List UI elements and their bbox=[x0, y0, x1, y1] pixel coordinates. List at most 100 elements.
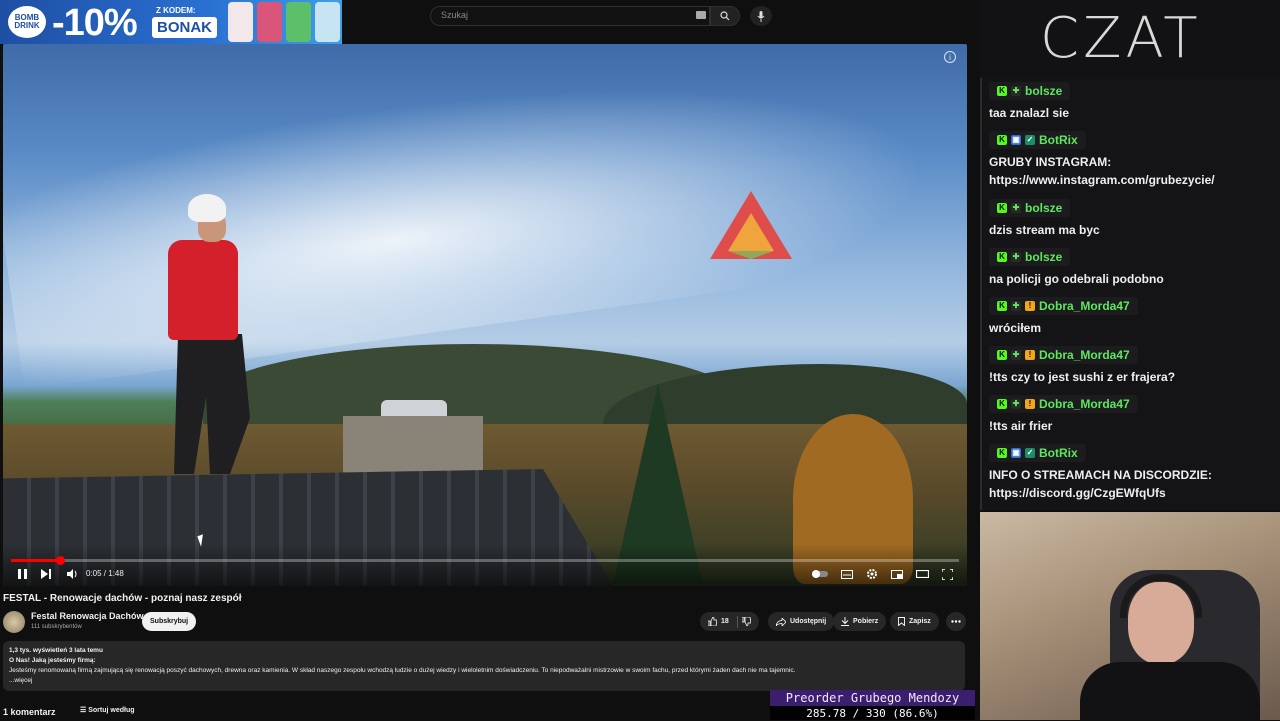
chat-username-row: K ✚! Dobra_Morda47 bbox=[989, 345, 1138, 364]
bot-badge-icon: ▣ bbox=[1011, 134, 1021, 145]
show-more-link[interactable]: ...więcej bbox=[9, 676, 959, 686]
subtitles-button[interactable] bbox=[839, 566, 855, 582]
chat-message: K ✚! Dobra_Morda47 !tts air frier bbox=[989, 393, 1249, 435]
description-box[interactable]: 1,3 tys. wyświetleń 3 lata temu O Nas! J… bbox=[3, 641, 965, 691]
chat-username[interactable]: BotRix bbox=[1039, 446, 1078, 460]
download-button[interactable]: Pobierz bbox=[833, 612, 887, 631]
chat-text: na policji go odebrali podobno bbox=[989, 271, 1164, 286]
volume-button[interactable] bbox=[64, 566, 80, 582]
chat-text: wróciłem bbox=[989, 320, 1042, 335]
sort-comments-button[interactable]: ☰ Sortuj według bbox=[80, 706, 135, 714]
next-button[interactable] bbox=[38, 566, 54, 582]
chat-message: K ✚! Dobra_Morda47 !tts czy to jest sushi z… bbox=[989, 344, 1249, 386]
video-player[interactable]: i 0:05 / 1:48 bbox=[3, 44, 967, 586]
miniplayer-icon bbox=[891, 569, 903, 579]
donation-goal-overlay: Preorder Grubego Mendozy 285.78 / 330 (8… bbox=[770, 690, 975, 720]
video-title: FESTAL - Renowacje dachów - poznaj nasz … bbox=[3, 593, 242, 604]
settings-button[interactable] bbox=[864, 566, 880, 582]
theater-mode-button[interactable] bbox=[914, 566, 930, 582]
more-actions-button[interactable] bbox=[946, 612, 966, 631]
subscribe-button[interactable]: Subskrybuj bbox=[142, 612, 197, 631]
promo-code: BONAK bbox=[152, 17, 217, 38]
chat-message: K ▣ ✓ BotRix INFO O STREAMACH NA DISCORDZIE:… bbox=[989, 442, 1249, 502]
download-icon bbox=[841, 617, 849, 626]
goal-title: Preorder Grubego Mendozy bbox=[770, 690, 975, 706]
description-line: Jesteśmy renomowaną firmą zajmującą się … bbox=[9, 667, 796, 674]
promo-discount: -10% bbox=[52, 2, 138, 44]
festal-logo-icon bbox=[710, 191, 792, 259]
save-button[interactable]: Zapisz bbox=[890, 612, 939, 631]
chat-username[interactable]: bolsze bbox=[1025, 84, 1062, 98]
chat-username[interactable]: bolsze bbox=[1025, 201, 1062, 215]
brand-logo: BOMB DRINK bbox=[8, 6, 46, 38]
chat-header: CZAT bbox=[980, 0, 1280, 78]
kick-icon: K bbox=[997, 447, 1007, 458]
pause-button[interactable] bbox=[14, 566, 30, 582]
can-image bbox=[286, 2, 311, 42]
miniplayer-button[interactable] bbox=[889, 566, 905, 582]
gear-icon bbox=[867, 569, 877, 579]
progress-bar[interactable] bbox=[11, 556, 959, 565]
scene-worker bbox=[158, 194, 258, 484]
bookmark-icon bbox=[898, 617, 905, 626]
subscriber-badge-icon: ✚ bbox=[1011, 251, 1021, 262]
pause-icon bbox=[17, 569, 27, 579]
chat-username[interactable]: bolsze bbox=[1025, 250, 1062, 264]
thumbs-down-icon[interactable] bbox=[741, 617, 751, 626]
time-display: 0:05 / 1:48 bbox=[86, 569, 124, 578]
download-label: Pobierz bbox=[853, 618, 879, 625]
chat-username[interactable]: Dobra_Morda47 bbox=[1039, 299, 1130, 313]
progress-scrubber[interactable] bbox=[56, 556, 66, 565]
sort-icon: ☰ bbox=[80, 707, 87, 714]
channel-name[interactable]: Festal Renowacja Dachów bbox=[31, 611, 144, 621]
progress-played bbox=[11, 559, 61, 562]
chat-username-row: K ✚! Dobra_Morda47 bbox=[989, 394, 1138, 413]
verified-badge-icon: ✓ bbox=[1025, 134, 1035, 145]
chat-text: !tts air frier bbox=[989, 418, 1053, 433]
like-button[interactable]: 18 bbox=[700, 612, 759, 631]
scene-clouds bbox=[3, 44, 967, 390]
kick-icon: K bbox=[997, 349, 1007, 360]
bot-badge-icon: ▣ bbox=[1011, 447, 1021, 458]
browser-window: BOMB DRINK -10% Z KODEM: BONAK Szukaj i … bbox=[0, 0, 980, 720]
subscriber-badge-icon: ✚ bbox=[1011, 349, 1021, 360]
mic-icon bbox=[757, 10, 765, 22]
chat-text: taa znalazl sie bbox=[989, 105, 1070, 120]
search-icon bbox=[720, 11, 730, 21]
chat-username-row: K ✚ bolsze bbox=[989, 198, 1071, 217]
search-input[interactable]: Szukaj bbox=[430, 6, 710, 26]
scene-chimney bbox=[343, 416, 483, 474]
goal-progress: 285.78 / 330 (86.6%) bbox=[806, 707, 939, 720]
chat-list[interactable]: K ✚ bolsze taa znalazl sie K ▣ ✓ BotRix GRUBY IN… bbox=[980, 78, 1280, 510]
fullscreen-icon bbox=[941, 568, 953, 580]
chat-username[interactable]: Dobra_Morda47 bbox=[1039, 397, 1130, 411]
chat-username-row: K ▣ ✓ BotRix bbox=[989, 443, 1086, 462]
keyboard-icon[interactable] bbox=[696, 11, 706, 19]
share-button[interactable]: Udostępnij bbox=[768, 612, 835, 631]
like-divider bbox=[736, 615, 738, 628]
chat-username[interactable]: Dobra_Morda47 bbox=[1039, 348, 1130, 362]
channel-avatar[interactable] bbox=[3, 611, 25, 633]
promo-banner[interactable]: BOMB DRINK -10% Z KODEM: BONAK bbox=[0, 0, 342, 44]
can-image bbox=[315, 2, 340, 42]
chat-username-row: K ✚ bolsze bbox=[989, 247, 1071, 266]
chat-message: K ✚ bolsze na policji go odebrali podobno bbox=[989, 246, 1249, 288]
kick-icon: K bbox=[997, 134, 1007, 145]
autoplay-toggle[interactable] bbox=[812, 566, 828, 582]
theater-icon bbox=[915, 570, 929, 578]
kick-icon: K bbox=[997, 85, 1007, 96]
info-icon[interactable]: i bbox=[944, 51, 956, 63]
chat-header-label: CZAT bbox=[1040, 6, 1202, 71]
fullscreen-button[interactable] bbox=[939, 566, 955, 582]
search-button[interactable] bbox=[710, 6, 740, 26]
chat-message: K ▣ ✓ BotRix GRUBY INSTAGRAM: https://www.in… bbox=[989, 129, 1249, 189]
kick-icon: K bbox=[997, 398, 1007, 409]
chat-username-row: K ✚ bolsze bbox=[989, 81, 1071, 100]
can-image bbox=[257, 2, 282, 42]
volume-icon bbox=[66, 569, 76, 579]
thumbs-up-icon bbox=[708, 617, 717, 626]
voice-search-button[interactable] bbox=[750, 6, 772, 26]
kick-icon: K bbox=[997, 300, 1007, 311]
subscriber-badge-icon: ✚ bbox=[1011, 398, 1021, 409]
chat-username[interactable]: BotRix bbox=[1039, 133, 1078, 147]
